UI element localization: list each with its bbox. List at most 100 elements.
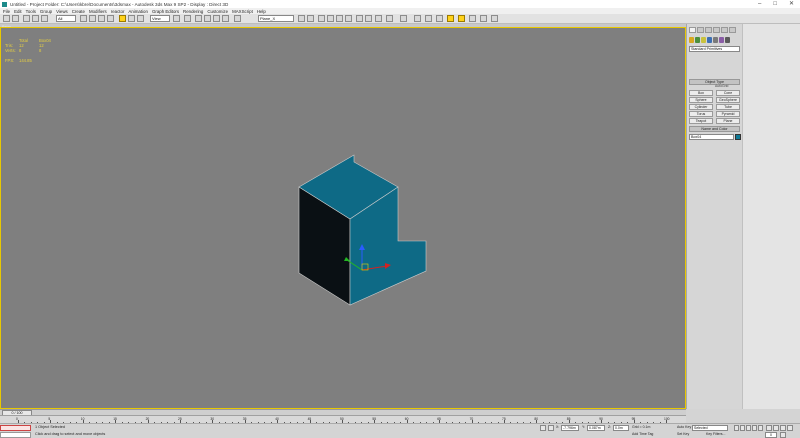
material-editor-icon[interactable] bbox=[345, 15, 352, 22]
autogrid-checkbox[interactable]: AutoGrid bbox=[715, 84, 728, 88]
menu-create[interactable]: Create bbox=[72, 9, 85, 14]
zoom-icon[interactable] bbox=[766, 425, 772, 431]
schematic-view-icon[interactable] bbox=[336, 15, 343, 22]
maximize-viewport-icon[interactable] bbox=[787, 425, 793, 431]
teapot-button[interactable]: Teapot bbox=[689, 118, 713, 124]
reactor-sphere-icon[interactable] bbox=[400, 15, 407, 22]
next-frame-icon[interactable] bbox=[752, 425, 757, 431]
maxscript-mini-listener[interactable] bbox=[0, 432, 31, 438]
undo-icon[interactable] bbox=[3, 15, 10, 22]
biped-icon[interactable] bbox=[414, 15, 421, 22]
unlink-icon[interactable] bbox=[32, 15, 39, 22]
shapes-icon[interactable] bbox=[695, 37, 700, 43]
selection-filter-dropdown[interactable]: All bbox=[56, 15, 76, 22]
reactor-icon[interactable] bbox=[491, 15, 498, 22]
lock-selection-icon[interactable] bbox=[540, 425, 546, 431]
menu-tools[interactable]: Tools bbox=[26, 9, 36, 14]
z-coord-field[interactable]: 0.0m bbox=[613, 425, 629, 431]
previous-frame-icon[interactable] bbox=[740, 425, 745, 431]
angle-snap-icon[interactable] bbox=[204, 15, 211, 22]
auto-key-button[interactable]: Auto Key bbox=[677, 425, 691, 429]
redo-icon[interactable] bbox=[12, 15, 19, 22]
spinner-snap-icon[interactable] bbox=[222, 15, 229, 22]
cone-button[interactable]: Cone bbox=[716, 90, 740, 96]
goto-start-icon[interactable] bbox=[734, 425, 739, 431]
reference-coordinate-dropdown[interactable]: View bbox=[150, 15, 170, 22]
menu-rendering[interactable]: Rendering bbox=[183, 9, 203, 14]
select-by-name-icon[interactable] bbox=[89, 15, 96, 22]
menu-customize[interactable]: Customize bbox=[207, 9, 228, 14]
select-and-move-icon[interactable] bbox=[119, 15, 126, 22]
axis-constraint-x-icon[interactable] bbox=[447, 15, 454, 22]
tube-button[interactable]: Tube bbox=[716, 104, 740, 110]
perspective-viewport[interactable]: Total Box04 Tris: 12 12 Verts: 8 8 FPS: … bbox=[0, 27, 686, 409]
box-button[interactable]: Box bbox=[689, 90, 713, 96]
menu-reactor[interactable]: reactor bbox=[111, 9, 125, 14]
set-key-button[interactable]: Set Key bbox=[677, 432, 689, 436]
axis-constraint-y-icon[interactable] bbox=[458, 15, 465, 22]
track-bar[interactable]: 0 5 10 15 20 25 30 35 40 45 50 55 60 65 70 75 80 85 90 95 10… bbox=[0, 415, 686, 423]
app-icon[interactable] bbox=[2, 1, 7, 7]
create-tab-icon[interactable] bbox=[689, 27, 696, 33]
mirror-icon[interactable] bbox=[298, 15, 305, 22]
cameras-icon[interactable] bbox=[707, 37, 712, 43]
menu-maxscript[interactable]: MAXScript bbox=[232, 9, 253, 14]
current-frame-field[interactable]: 0 bbox=[765, 432, 777, 438]
extras-icon[interactable] bbox=[480, 15, 487, 22]
zoom-all-icon[interactable] bbox=[773, 425, 779, 431]
object-color-swatch[interactable] bbox=[735, 134, 741, 140]
primitive-category-dropdown[interactable]: Standard Primitives bbox=[689, 46, 740, 52]
maximize-button[interactable]: □ bbox=[773, 0, 777, 8]
key-selection-dropdown[interactable]: Selected bbox=[692, 425, 728, 431]
helpers-icon[interactable] bbox=[713, 37, 718, 43]
menu-animation[interactable]: Animation bbox=[128, 9, 148, 14]
utilities-tab-icon[interactable] bbox=[729, 27, 736, 33]
menu-file[interactable]: File bbox=[3, 9, 10, 14]
lights-icon[interactable] bbox=[701, 37, 706, 43]
snap-toggle-icon[interactable] bbox=[195, 15, 202, 22]
zoom-extents-icon[interactable] bbox=[780, 425, 786, 431]
curve-editor-icon[interactable] bbox=[327, 15, 334, 22]
display-tab-icon[interactable] bbox=[721, 27, 728, 33]
add-time-tag[interactable]: Add Time Tag bbox=[632, 432, 653, 436]
motion-tab-icon[interactable] bbox=[713, 27, 720, 33]
space-warps-icon[interactable] bbox=[719, 37, 724, 43]
menu-graph-editors[interactable]: Graph Editors bbox=[152, 9, 179, 14]
window-crossing-icon[interactable] bbox=[107, 15, 114, 22]
pivot-center-icon[interactable] bbox=[173, 15, 180, 22]
geometry-icon[interactable] bbox=[689, 37, 694, 43]
box04-object[interactable] bbox=[298, 154, 427, 306]
object-name-field[interactable]: Box04 bbox=[689, 134, 734, 140]
link-icon[interactable] bbox=[23, 15, 30, 22]
sphere-button[interactable]: Sphere bbox=[689, 97, 713, 103]
torus-button[interactable]: Torus bbox=[689, 111, 713, 117]
bone-icon[interactable] bbox=[425, 15, 432, 22]
time-configuration-icon[interactable] bbox=[780, 432, 786, 438]
modify-tab-icon[interactable] bbox=[697, 27, 704, 33]
goto-end-icon[interactable] bbox=[758, 425, 763, 431]
render-scene-icon[interactable] bbox=[356, 15, 363, 22]
select-and-rotate-icon[interactable] bbox=[128, 15, 135, 22]
play-icon[interactable] bbox=[746, 425, 751, 431]
absolute-mode-icon[interactable] bbox=[548, 425, 554, 431]
menu-edit[interactable]: Edit bbox=[14, 9, 22, 14]
y-coord-field[interactable]: 0.087m bbox=[587, 425, 605, 431]
render-type-icon[interactable] bbox=[375, 15, 382, 22]
menu-group[interactable]: Group bbox=[40, 9, 52, 14]
bind-space-warp-icon[interactable] bbox=[41, 15, 48, 22]
rectangle-selection-icon[interactable] bbox=[98, 15, 105, 22]
key-filters-button[interactable]: Key Filters... bbox=[706, 432, 725, 436]
menu-views[interactable]: Views bbox=[56, 9, 68, 14]
select-object-icon[interactable] bbox=[80, 15, 87, 22]
pyramid-button[interactable]: Pyramid bbox=[716, 111, 740, 117]
name-and-color-rollout-header[interactable]: Name and Color bbox=[689, 126, 740, 132]
systems-icon[interactable] bbox=[725, 37, 730, 43]
layer-manager-icon[interactable] bbox=[318, 15, 325, 22]
render-last-icon[interactable] bbox=[386, 15, 393, 22]
align-icon[interactable] bbox=[307, 15, 314, 22]
plane-button[interactable]: Plane bbox=[716, 118, 740, 124]
edit-named-selection-icon[interactable] bbox=[234, 15, 241, 22]
cylinder-button[interactable]: Cylinder bbox=[689, 104, 713, 110]
select-and-scale-icon[interactable] bbox=[137, 15, 144, 22]
close-button[interactable]: ✕ bbox=[789, 0, 794, 8]
